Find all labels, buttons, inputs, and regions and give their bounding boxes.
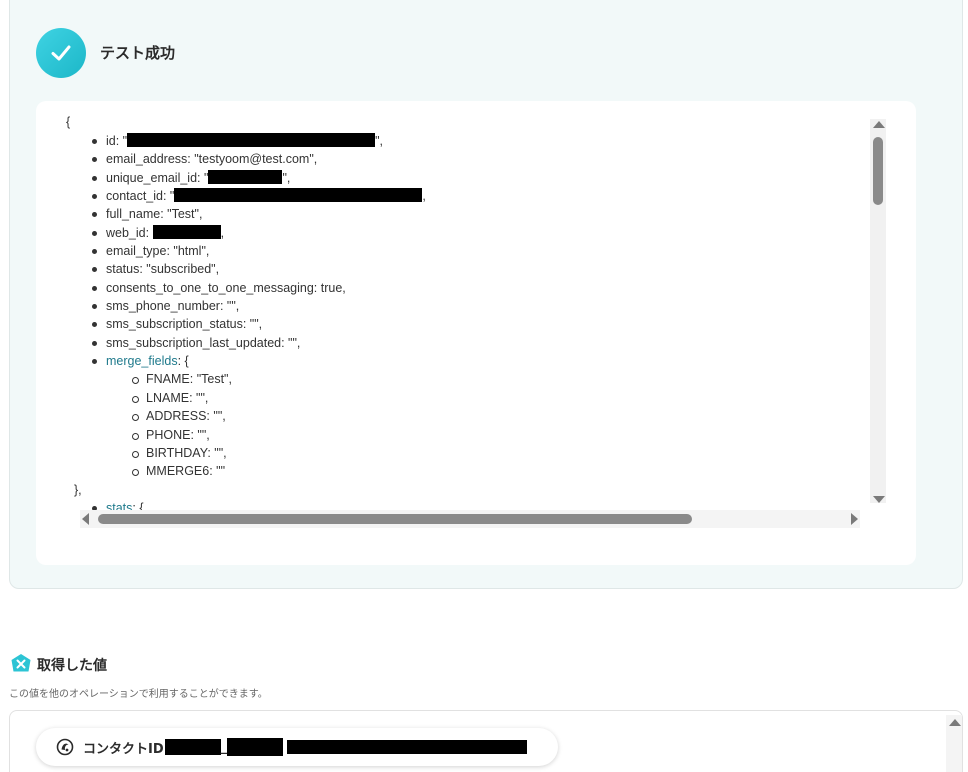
values-section-title: 取得した値 bbox=[37, 658, 107, 674]
merge-field-item: ADDRESS: "", bbox=[114, 407, 861, 425]
json-item-email-type: email_type: "html", bbox=[74, 242, 861, 260]
scroll-up-arrow-icon[interactable] bbox=[873, 121, 885, 128]
json-item-contact-id: contact_id: ", bbox=[74, 187, 861, 205]
cross-badge-icon bbox=[10, 653, 32, 675]
merge-fields-key[interactable]: merge_fields bbox=[106, 354, 178, 368]
scroll-left-arrow-icon[interactable] bbox=[82, 513, 89, 525]
scroll-down-arrow-icon[interactable] bbox=[873, 496, 885, 503]
values-section-description: この値を他のオペレーションで利用することができます。 bbox=[9, 689, 268, 700]
json-open-brace: { bbox=[66, 115, 71, 129]
vertical-scrollbar[interactable] bbox=[870, 119, 886, 503]
json-field-list: id: " ", email_address: "testyoom@test.co… bbox=[66, 132, 861, 511]
mailchimp-icon bbox=[56, 738, 74, 756]
merge-field-item: PHONE: "", bbox=[114, 426, 861, 444]
merge-field-item: FNAME: "Test", bbox=[114, 370, 861, 388]
values-vertical-scrollbar[interactable] bbox=[946, 715, 962, 772]
merge-fields-close: }, bbox=[74, 482, 82, 497]
redacted-block bbox=[227, 738, 284, 756]
json-output-card: { id: " ", email_address: "testyoom@test.… bbox=[36, 101, 916, 565]
json-item-email-address: email_address: "testyoom@test.com", bbox=[74, 150, 861, 168]
redacted-block bbox=[287, 740, 528, 754]
scroll-up-arrow-icon[interactable] bbox=[949, 719, 961, 726]
test-success-title: テスト成功 bbox=[100, 44, 176, 62]
json-item-merge-fields: merge_fields: { FNAME: "Test", LNAME: ""… bbox=[74, 352, 861, 499]
value-pill-label: コンタクトID bbox=[83, 741, 164, 757]
merge-field-item: MMERGE6: "" bbox=[114, 462, 861, 480]
json-item-unique-email-id: unique_email_id: " ", bbox=[74, 169, 861, 187]
json-item-sms-phone-number: sms_phone_number: "", bbox=[74, 297, 861, 315]
redacted-block bbox=[127, 133, 376, 147]
redacted-block bbox=[174, 188, 423, 203]
redacted-block bbox=[152, 224, 221, 239]
merge-field-item: LNAME: "", bbox=[114, 389, 861, 407]
json-item-sms-subscription-status: sms_subscription_status: "", bbox=[74, 315, 861, 333]
json-item-status: status: "subscribed", bbox=[74, 260, 861, 278]
json-item-id: id: " ", bbox=[74, 132, 861, 150]
json-item-full-name: full_name: "Test", bbox=[74, 205, 861, 223]
json-item-web-id: web_id: , bbox=[74, 224, 861, 242]
json-item-consents: consents_to_one_to_one_messaging: true, bbox=[74, 279, 861, 297]
value-pill-contact-id[interactable]: コンタクトID _ bbox=[36, 728, 558, 766]
merge-field-item: BIRTHDAY: "", bbox=[114, 444, 861, 462]
scroll-right-arrow-icon[interactable] bbox=[851, 513, 858, 525]
json-item-sms-subscription-last-updated: sms_subscription_last_updated: "", bbox=[74, 334, 861, 352]
vertical-scroll-thumb[interactable] bbox=[873, 137, 883, 205]
json-viewport: { id: " ", email_address: "testyoom@test.… bbox=[66, 113, 861, 511]
check-circle-icon bbox=[36, 28, 86, 78]
horizontal-scroll-thumb[interactable] bbox=[98, 514, 692, 524]
horizontal-scrollbar[interactable] bbox=[80, 510, 860, 528]
redacted-block bbox=[164, 739, 221, 755]
redacted-block bbox=[208, 169, 283, 184]
merge-fields-list: FNAME: "Test", LNAME: "", ADDRESS: "", P… bbox=[106, 370, 861, 480]
